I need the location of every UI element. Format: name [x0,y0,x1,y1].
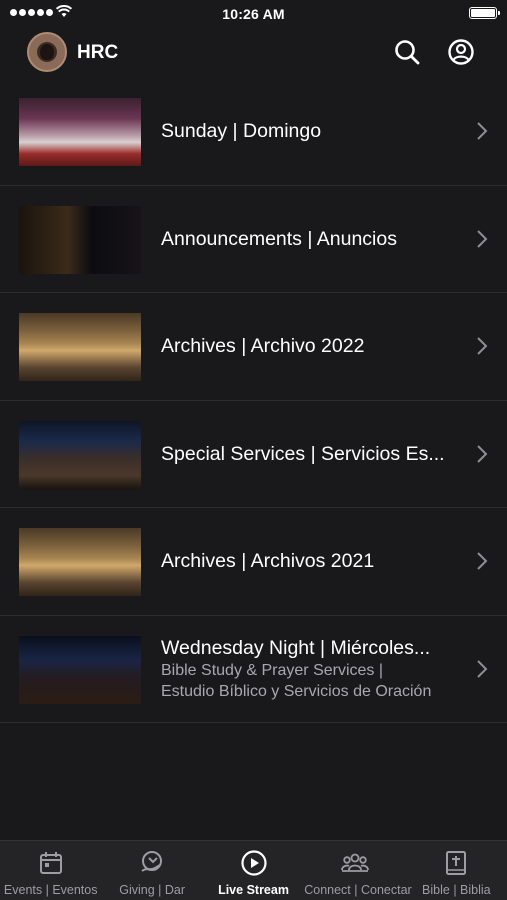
list-item-subtitle: Bible Study & Prayer Services | [161,661,384,679]
tab-events[interactable]: Events | Eventos [0,841,101,900]
status-time: 10:26 AM [222,6,285,22]
list-item[interactable]: Sunday | Domingo [0,78,507,186]
battery-icon [469,7,500,19]
list-item-subtitle: Estudio Bíblico y Servicios de Oración [161,682,432,700]
tab-label: Events | Eventos [3,883,98,897]
tab-label: Live Stream [218,883,289,897]
search-icon[interactable] [393,38,421,66]
app-header: HRC [0,28,507,80]
chevron-right-icon [477,660,488,678]
chevron-right-icon [477,445,488,463]
tab-connect[interactable]: Connect | Conectar [304,841,412,900]
list-item[interactable]: Special Services | Servicios Es... [0,401,507,508]
church-logo [27,32,67,72]
calendar-icon [39,852,62,874]
chevron-right-icon [477,230,488,248]
list-item-title: Archives | Archivos 2021 [161,550,375,573]
list-item[interactable]: Archives | Archivos 2021 [0,508,507,616]
tab-label: Bible | Biblia [422,883,491,897]
list-item[interactable]: Archives | Archivo 2022 [0,293,507,401]
giving-icon [141,851,163,872]
tab-label: Connect | Conectar [304,883,412,897]
chevron-right-icon [477,337,488,355]
thumbnail-image [19,528,141,596]
play-icon [240,850,267,876]
account-icon[interactable] [447,38,475,66]
tab-giving[interactable]: Giving | Dar [101,841,202,900]
stream-list: Sunday | Domingo Announcements | Anuncio… [0,78,507,723]
tab-live-stream[interactable]: Live Stream [203,841,304,900]
list-item-title: Sunday | Domingo [161,120,322,143]
chevron-right-icon [477,552,488,570]
thumbnail-image [19,635,141,704]
thumbnail-image [19,98,141,166]
tab-bar: Events | Eventos Giving | Dar Live Strea… [0,840,507,900]
list-item-title: Special Services | Servicios Es... [161,442,445,465]
list-item-title: Announcements | Anuncios [161,227,397,250]
bible-icon [446,851,467,875]
chevron-right-icon [477,122,488,140]
app-title: HRC [77,42,119,63]
status-bar: 10:26 AM [0,0,507,26]
tab-label: Giving | Dar [119,883,185,897]
list-item[interactable]: Announcements | Anuncios [0,186,507,293]
list-item-title: Archives | Archivo 2022 [161,335,365,358]
thumbnail-image [19,313,141,381]
thumbnail-image [19,420,141,489]
tab-bible[interactable]: Bible | Biblia [406,841,507,900]
thumbnail-image [19,205,141,274]
list-item[interactable]: Wednesday Night | Miércoles... Bible Stu… [0,616,507,723]
people-icon [341,853,369,872]
list-item-title: Wednesday Night | Miércoles... [161,636,431,659]
